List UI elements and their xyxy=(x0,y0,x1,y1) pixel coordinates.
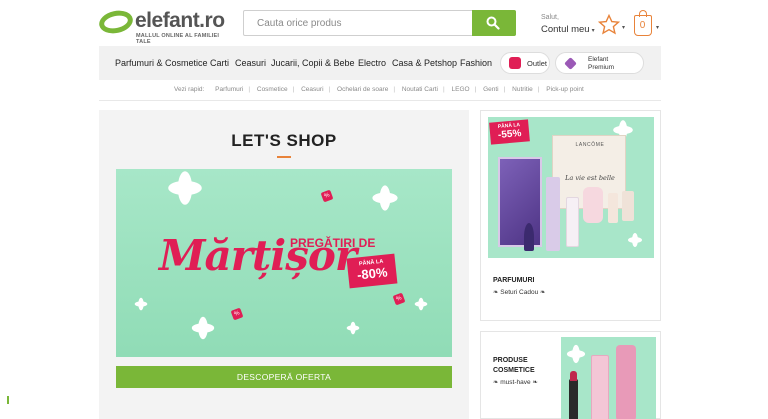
percent-tag-icon: % xyxy=(320,189,334,203)
quick-link[interactable]: Genti xyxy=(483,86,499,93)
cart-chevron-down-icon[interactable]: ▾ xyxy=(656,24,659,31)
account-label-row[interactable]: Contul meu ▾ xyxy=(541,24,595,35)
card-title-line2: COSMETICE xyxy=(493,367,535,374)
premium-label-line1: Elefant xyxy=(588,56,609,63)
perfume-gift-sets-card[interactable]: LANCÔME La vie est belle PÂNĂ LA -55% PA… xyxy=(480,110,661,321)
bottle-image xyxy=(591,355,609,419)
nav-item-electro[interactable]: Electro xyxy=(358,58,386,68)
flower-icon xyxy=(168,171,202,205)
account-menu[interactable]: Salut, Contul meu ▾ xyxy=(541,14,595,35)
quick-link[interactable]: LEGO xyxy=(452,86,470,93)
lipstick-image xyxy=(569,379,578,419)
banner-headline: Mărțișor xyxy=(159,231,357,280)
wishlist-chevron-down-icon[interactable]: ▾ xyxy=(622,24,625,31)
quick-link[interactable]: Parfumuri xyxy=(215,86,243,93)
account-greeting: Salut, xyxy=(541,14,559,21)
flower-icon xyxy=(191,316,215,340)
premium-button[interactable]: Elefant Premium xyxy=(555,52,644,74)
quick-link[interactable]: Cosmetice xyxy=(257,86,288,93)
header-divider xyxy=(99,100,661,101)
lipstick-tip-image xyxy=(570,371,577,381)
cart-button[interactable]: 0 xyxy=(634,10,652,36)
search-input[interactable] xyxy=(244,11,473,35)
search-bar xyxy=(243,10,516,36)
logo-tagline: MALLUL ONLINE AL FAMILIEI TALE xyxy=(136,33,220,45)
nav-item-ceasuri[interactable]: Ceasuri xyxy=(235,58,266,68)
cart-bag-icon xyxy=(639,10,647,17)
discount-badge: PÂNĂ LA -80% xyxy=(346,253,398,289)
search-button[interactable] xyxy=(472,10,516,36)
wishlist-star-icon[interactable] xyxy=(598,14,620,35)
bottle-image xyxy=(566,197,579,247)
quick-link[interactable]: Pick-up point xyxy=(546,86,584,93)
cart-count: 0 xyxy=(639,20,646,31)
sale-badge: PÂNĂ LA -55% xyxy=(489,119,530,145)
percent-tag-icon: % xyxy=(230,307,244,321)
flower-icon xyxy=(566,344,586,364)
bottle-image xyxy=(583,187,603,223)
logo-mark-icon xyxy=(97,7,135,37)
logo-text: elefant.ro xyxy=(135,9,225,32)
outlet-label: Outlet xyxy=(527,59,548,68)
quick-link[interactable]: Ceasuri xyxy=(301,86,323,93)
elefant-logo[interactable]: elefant.ro MALLUL ONLINE AL FAMILIEI TAL… xyxy=(97,7,234,45)
outlet-bag-icon xyxy=(509,57,521,69)
promo-panel: LET'S SHOP % % % PREGĂTIRI DE Mărțișor P… xyxy=(99,110,469,419)
nav-item-jucarii[interactable]: Jucarii, Copii & Bebe xyxy=(271,58,355,68)
bottle-image xyxy=(546,177,560,251)
card-title-line1: PRODUSE xyxy=(493,357,528,364)
search-icon xyxy=(486,16,500,30)
card-subtitle[interactable]: ❧ must-have ❧ xyxy=(493,378,538,386)
flower-icon xyxy=(628,233,642,247)
lancome-product-label: La vie est belle xyxy=(565,174,615,182)
discover-offer-button[interactable]: DESCOPERĂ OFERTA xyxy=(116,366,452,388)
bottle-image xyxy=(622,191,634,221)
cosmetics-image xyxy=(561,337,656,419)
purple-gift-box xyxy=(498,157,542,247)
flower-icon xyxy=(134,297,148,311)
percent-tag-icon: % xyxy=(392,292,406,306)
bottle-image xyxy=(616,345,636,419)
lancome-brand-label: LANCÔME xyxy=(575,142,605,148)
account-label: Contul meu xyxy=(541,24,590,35)
card-title: PRODUSE COSMETICE xyxy=(493,356,535,376)
quick-link[interactable]: Nutritie xyxy=(512,86,533,93)
premium-label-line2: Premium xyxy=(588,64,615,71)
flower-icon xyxy=(346,321,360,335)
quick-links-label: Vezi rapid: xyxy=(174,86,205,93)
card-subtitle[interactable]: ❧ Seturi Cadou ❧ xyxy=(493,288,545,296)
promo-title: LET'S SHOP xyxy=(231,131,337,150)
nav-item-carti[interactable]: Carti xyxy=(210,58,229,68)
cosmetics-card[interactable]: PRODUSE COSMETICE ❧ must-have ❧ xyxy=(480,331,661,419)
quick-links: Vezi rapid: Parfumuri | Cosmetice | Ceasur… xyxy=(174,86,584,93)
flower-icon xyxy=(414,297,428,311)
page: elefant.ro MALLUL ONLINE AL FAMILIEI TAL… xyxy=(0,0,768,419)
main-nav: Parfumuri & Cosmetice Carti Ceasuri Juca… xyxy=(99,46,661,80)
nav-item-parfumuri-cosmetice[interactable]: Parfumuri & Cosmetice xyxy=(115,58,208,68)
side-indicator xyxy=(7,396,9,404)
nav-item-casa-petshop[interactable]: Casa & Petshop xyxy=(392,58,457,68)
quick-link[interactable]: Noutati Carti xyxy=(402,86,438,93)
bottle-image xyxy=(608,193,618,223)
flower-icon xyxy=(372,185,398,211)
bottle-image xyxy=(524,223,534,251)
card-title: PARFUMURI xyxy=(493,277,535,284)
sale-badge-value: -55% xyxy=(497,127,522,141)
perfume-gift-sets-image: LANCÔME La vie est belle PÂNĂ LA -55% xyxy=(488,117,654,258)
outlet-button[interactable]: Outlet xyxy=(500,52,550,74)
nav-item-fashion[interactable]: Fashion xyxy=(460,58,492,68)
martisor-banner[interactable]: % % % PREGĂTIRI DE Mărțișor PÂNĂ LA -80% xyxy=(116,169,452,357)
premium-tag-icon xyxy=(564,57,577,70)
chevron-down-icon: ▾ xyxy=(591,28,595,34)
promo-title-underline xyxy=(277,156,291,158)
quick-link[interactable]: Ochelari de soare xyxy=(337,86,388,93)
